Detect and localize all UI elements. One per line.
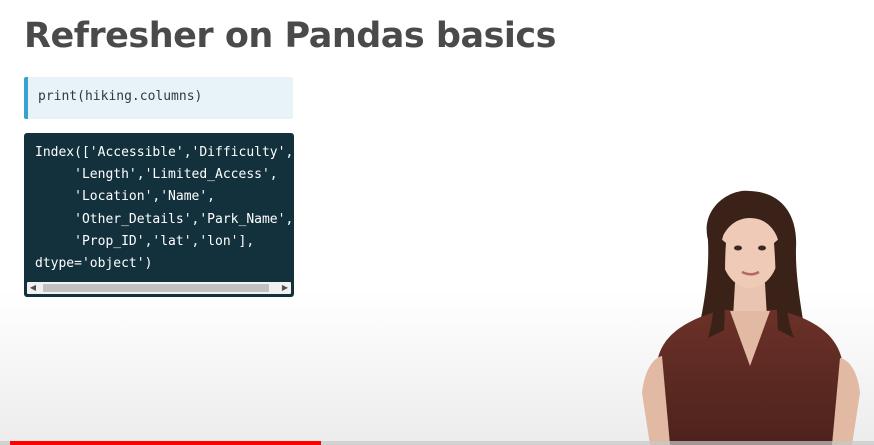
output-line-4: 'Other_Details','Park_Name',	[35, 211, 294, 227]
output-line-5: 'Prop_ID','lat','lon'],	[35, 233, 255, 249]
output-line-3: 'Location','Name',	[35, 189, 216, 205]
code-input-text: print(hiking.columns)	[38, 89, 203, 104]
code-output-text: Index(['Accessible','Difficulty', 'Lengt…	[35, 142, 293, 275]
scroll-right-arrow-icon[interactable]: ▶	[279, 282, 291, 294]
scrollbar-thumb[interactable]	[43, 284, 269, 292]
horizontal-scrollbar[interactable]: ◀ ▶	[27, 282, 291, 294]
code-input-cell: print(hiking.columns)	[24, 77, 293, 119]
output-line-2: 'Length','Limited_Access',	[35, 167, 278, 183]
scroll-left-arrow-icon[interactable]: ◀	[27, 282, 39, 294]
output-line-1: Index(['Accessible','Difficulty',	[35, 145, 294, 160]
code-output-cell: Index(['Accessible','Difficulty', 'Lengt…	[24, 133, 294, 297]
slide-title: Refresher on Pandas basics	[24, 16, 557, 56]
video-progress-track[interactable]	[0, 441, 874, 445]
video-progress-fill[interactable]	[10, 441, 321, 445]
presenter-image	[642, 190, 860, 445]
output-line-6: dtype='object')	[35, 256, 153, 272]
